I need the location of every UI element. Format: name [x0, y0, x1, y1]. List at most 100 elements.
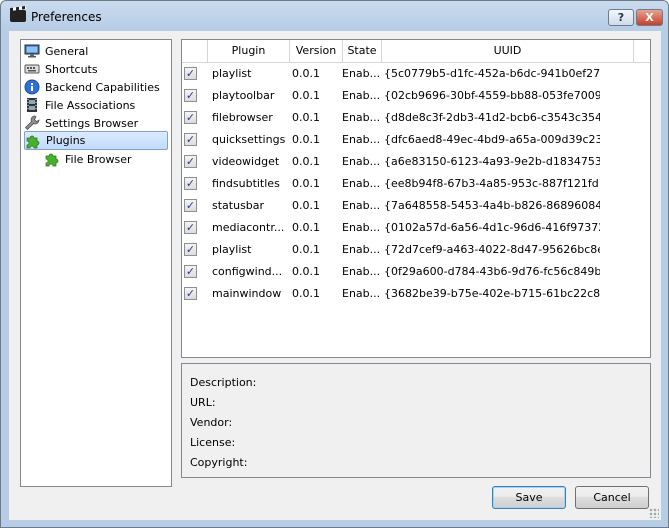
table-row[interactable]: ✓ playlist 0.0.1 Enab... {5c0779b5-d1fc-452a… [182, 63, 650, 85]
plugin-enabled-checkbox[interactable]: ✓ [184, 243, 197, 256]
plugin-version-cell: 0.0.1 [292, 89, 320, 102]
plugin-uuid-cell: {0f29a600-d784-43b6-9d76-fc56c849b3... [384, 265, 600, 278]
sidebar-item-label: Plugins [46, 134, 86, 147]
plugin-state-cell: Enab... [342, 155, 380, 168]
plugin-state-cell: Enab... [342, 287, 380, 300]
plugin-name-cell: videowidget [212, 155, 280, 168]
plugin-name-cell: playlist [212, 67, 252, 80]
table-row[interactable]: ✓ configwind... 0.0.1 Enab... {0f29a600-d784… [182, 261, 650, 283]
plugin-state-cell: Enab... [342, 67, 380, 80]
save-button[interactable]: Save [492, 486, 566, 509]
plugin-enabled-checkbox[interactable]: ✓ [184, 177, 197, 190]
table-row[interactable]: ✓ statusbar 0.0.1 Enab... {7a648558-5453-4a4… [182, 195, 650, 217]
column-header-version[interactable]: Version [290, 40, 343, 62]
sidebar-item-file-associations[interactable]: File Associations [24, 96, 168, 114]
plugins-table[interactable]: Plugin Version State UUID ✓ playlist 0.0.1… [181, 39, 651, 358]
plugin-enabled-checkbox[interactable]: ✓ [184, 221, 197, 234]
column-header-uuid[interactable]: UUID [382, 40, 634, 62]
puzzle-icon [26, 135, 40, 148]
keyboard-icon [24, 64, 40, 74]
plugin-name-cell: configwind... [212, 265, 283, 278]
plugin-version-cell: 0.0.1 [292, 177, 320, 190]
plugin-name-cell: quicksettings [212, 133, 286, 146]
plugin-enabled-checkbox[interactable]: ✓ [184, 199, 197, 212]
table-header: Plugin Version State UUID [182, 40, 650, 63]
plugin-state-cell: Enab... [342, 265, 380, 278]
help-button[interactable]: ? [608, 9, 634, 26]
plugin-version-cell: 0.0.1 [292, 199, 320, 212]
plugin-state-cell: Enab... [342, 111, 380, 124]
plugin-enabled-checkbox[interactable]: ✓ [184, 133, 197, 146]
cancel-button[interactable]: Cancel [575, 486, 649, 509]
plugin-enabled-checkbox[interactable]: ✓ [184, 111, 197, 124]
sidebar-item-label: Backend Capabilities [45, 80, 160, 94]
info-icon [24, 79, 40, 95]
plugin-enabled-checkbox[interactable]: ✓ [184, 265, 197, 278]
plugin-name-cell: mediacontr... [212, 221, 285, 234]
plugin-state-cell: Enab... [342, 199, 380, 212]
sidebar-item-file-browser[interactable]: File Browser [44, 150, 168, 168]
sidebar-item-shortcuts[interactable]: Shortcuts [24, 60, 168, 78]
table-row[interactable]: ✓ videowidget 0.0.1 Enab... {a6e83150-6123-4… [182, 151, 650, 173]
plugin-name-cell: statusbar [212, 199, 265, 212]
plugin-enabled-checkbox[interactable]: ✓ [184, 287, 197, 300]
url-label: URL: [190, 396, 216, 409]
plugin-version-cell: 0.0.1 [292, 67, 320, 80]
close-button[interactable]: X [636, 9, 663, 26]
sidebar-item-label: Shortcuts [45, 62, 98, 76]
vendor-label: Vendor: [190, 416, 233, 429]
film-icon [27, 98, 37, 112]
plugin-enabled-checkbox[interactable]: ✓ [184, 67, 197, 80]
resize-grip[interactable] [649, 508, 659, 518]
window-title: Preferences [31, 10, 102, 24]
plugin-version-cell: 0.0.1 [292, 111, 320, 124]
plugin-uuid-cell: {72d7cef9-a463-4022-8d47-95626bc8ea... [384, 243, 600, 256]
sidebar-item-label: File Associations [45, 98, 136, 112]
table-row[interactable]: ✓ mainwindow 0.0.1 Enab... {3682be39-b75e-40… [182, 283, 650, 305]
sidebar-item-backend-capabilities[interactable]: Backend Capabilities [24, 78, 168, 96]
table-row[interactable]: ✓ mediacontr... 0.0.1 Enab... {0102a57d-6a56… [182, 217, 650, 239]
plugin-name-cell: filebrowser [212, 111, 273, 124]
plugin-version-cell: 0.0.1 [292, 287, 320, 300]
description-label: Description: [190, 376, 257, 389]
column-header-state[interactable]: State [343, 40, 382, 62]
table-row[interactable]: ✓ findsubtitles 0.0.1 Enab... {ee8b94f8-67b3… [182, 173, 650, 195]
plugin-uuid-cell: {7a648558-5453-4a4b-b826-86896084cf... [384, 199, 600, 212]
column-header-plugin[interactable]: Plugin [208, 40, 290, 62]
wrench-icon [25, 115, 40, 130]
sidebar-item-plugins[interactable]: Plugins [24, 131, 168, 150]
plugin-details: Description: URL: Vendor: License: Copyr… [181, 363, 651, 478]
puzzle-icon [45, 153, 59, 167]
plugin-uuid-cell: {5c0779b5-d1fc-452a-b6dc-941b0ef27f... [384, 67, 600, 80]
plugin-state-cell: Enab... [342, 177, 380, 190]
table-row[interactable]: ✓ playlist 0.0.1 Enab... {72d7cef9-a463-4022… [182, 239, 650, 261]
copyright-label: Copyright: [190, 456, 248, 469]
license-label: License: [190, 436, 236, 449]
plugin-uuid-cell: {dfc6aed8-49ec-4bd9-a65a-009d39c23... [384, 133, 600, 146]
plugin-uuid-cell: {3682be39-b75e-402e-b715-61bc22c87... [384, 287, 600, 300]
category-list[interactable]: General Shortcuts Backend Capabilities F… [20, 39, 172, 487]
plugin-uuid-cell: {0102a57d-6a56-4d1c-96d6-416f973728... [384, 221, 600, 234]
table-row[interactable]: ✓ playtoolbar 0.0.1 Enab... {02cb9696-30bf-4… [182, 85, 650, 107]
plugin-version-cell: 0.0.1 [292, 265, 320, 278]
table-row[interactable]: ✓ quicksettings 0.0.1 Enab... {dfc6aed8-49ec… [182, 129, 650, 151]
sidebar-item-settings-browser[interactable]: Settings Browser [24, 114, 168, 132]
plugin-name-cell: mainwindow [212, 287, 282, 300]
preferences-window: Preferences ? X General Shortcuts Backen… [0, 0, 669, 528]
title-bar[interactable]: Preferences ? X [1, 1, 668, 31]
plugin-enabled-checkbox[interactable]: ✓ [184, 89, 197, 102]
plugin-state-cell: Enab... [342, 221, 380, 234]
sidebar-item-general[interactable]: General [24, 42, 168, 60]
sidebar-item-label: General [45, 44, 89, 58]
plugin-uuid-cell: {a6e83150-6123-4a93-9e2b-d1834753b... [384, 155, 600, 168]
plugin-version-cell: 0.0.1 [292, 133, 320, 146]
column-header-checkbox[interactable] [182, 40, 208, 62]
monitor-icon [24, 44, 40, 58]
table-row[interactable]: ✓ filebrowser 0.0.1 Enab... {d8de8c3f-2db3-4… [182, 107, 650, 129]
plugin-uuid-cell: {02cb9696-30bf-4559-bb88-053fe7009f... [384, 89, 600, 102]
plugin-enabled-checkbox[interactable]: ✓ [184, 155, 197, 168]
plugin-name-cell: findsubtitles [212, 177, 280, 190]
sidebar-item-label: Settings Browser [45, 116, 139, 130]
plugin-uuid-cell: {ee8b94f8-67b3-4a85-953c-887f121fd1... [384, 177, 600, 190]
plugin-state-cell: Enab... [342, 133, 380, 146]
